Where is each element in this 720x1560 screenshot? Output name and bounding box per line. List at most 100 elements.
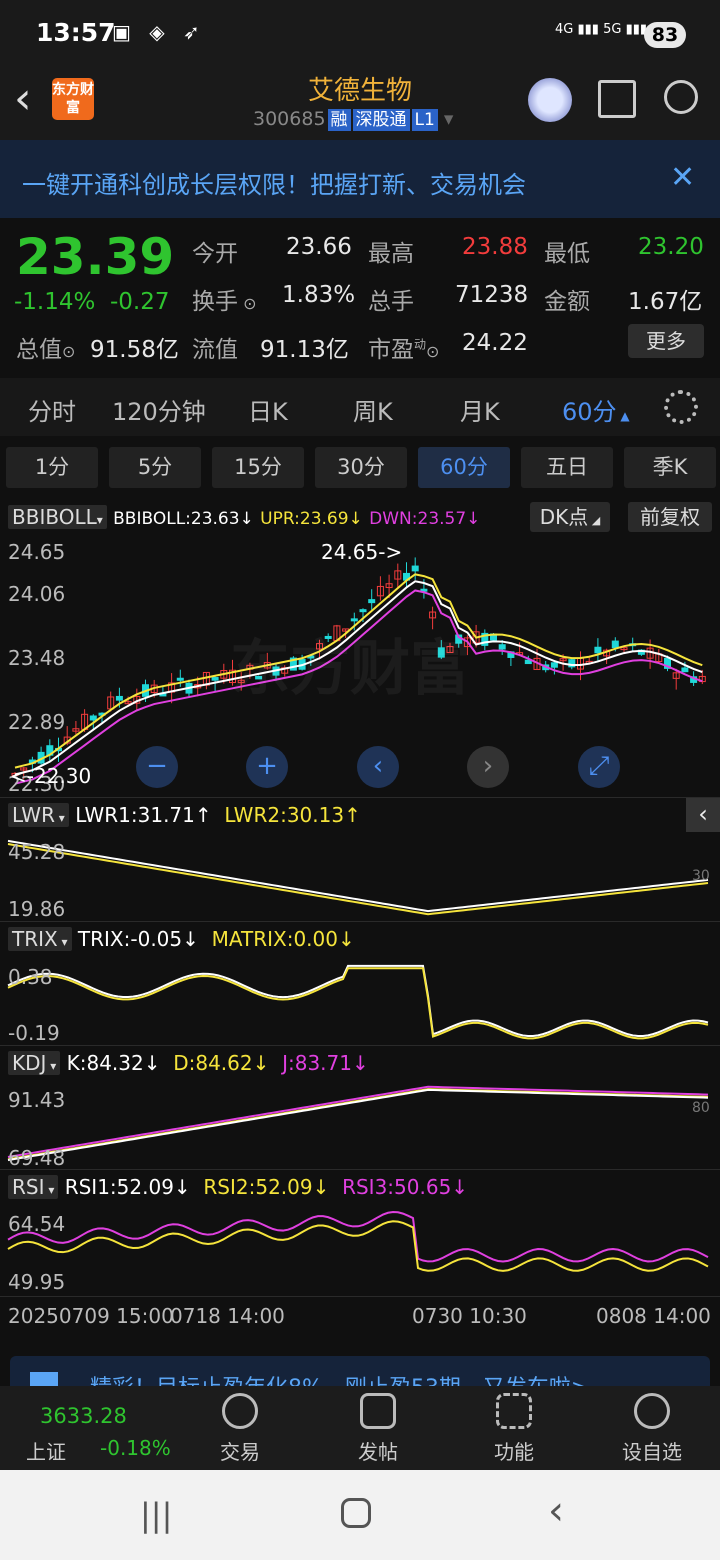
divider (0, 797, 720, 798)
date-label: 20250709 15:00 (8, 1304, 174, 1328)
trix-selector[interactable]: TRIX ▾ (8, 927, 72, 951)
level-tag: L1 (411, 109, 438, 131)
tab-60min[interactable]: 60分 ▲ (562, 392, 630, 427)
lwr-top: 45.28 (8, 840, 66, 864)
stock-code-row[interactable]: 300685 融深股通 L1 ▾ (253, 108, 453, 131)
divider (0, 1169, 720, 1170)
assistant-robot-icon[interactable] (528, 78, 572, 122)
adjust-button[interactable]: 前复权 (628, 502, 712, 532)
battery-indicator: 83 (644, 22, 686, 48)
rsi-selector[interactable]: RSI ▾ (8, 1175, 59, 1199)
share-icon[interactable] (598, 80, 636, 118)
low-marker: <-22.30 (10, 764, 92, 788)
trix-bottom: -0.19 (8, 1021, 60, 1045)
lwr2-line (7, 843, 709, 916)
pe-value: 24.22 (462, 330, 528, 356)
rsi3-line (7, 1210, 709, 1263)
tab-monthly[interactable]: 月K (460, 392, 500, 427)
open-value: 23.66 (286, 234, 352, 260)
high-value: 23.88 (462, 234, 528, 260)
post-icon[interactable] (360, 1393, 396, 1429)
lwr-right: 30 (692, 868, 710, 884)
notification-icons: ▣ ◈ ➶ (112, 20, 206, 44)
scroll-left-icon[interactable]: ‹ (357, 746, 399, 788)
amount-value: 1.67亿 (628, 289, 703, 315)
nav-function[interactable]: 功能 (474, 1436, 554, 1465)
mktcap-value: 91.58亿 (90, 337, 179, 363)
lwr-chart (7, 839, 709, 916)
index-value[interactable]: 3633.28 (40, 1404, 127, 1428)
date-label: 0808 14:00 (596, 1304, 711, 1328)
indicator-selector[interactable]: BBIBOLL▾ (8, 505, 107, 529)
nav-trade[interactable]: 交易 (200, 1436, 280, 1465)
system-back-icon[interactable]: ‹ (548, 1488, 564, 1534)
margin-tag: 融 (327, 109, 351, 131)
zoom-in-icon[interactable]: + (246, 746, 288, 788)
y-label-3: 23.48 (8, 646, 66, 670)
home-icon[interactable] (341, 1498, 371, 1528)
current-price: 23.39 (16, 228, 175, 286)
megaphone-icon (30, 1372, 58, 1386)
close-icon[interactable]: ✕ (670, 160, 695, 195)
more-button[interactable]: 更多 (628, 324, 704, 358)
btn-5day[interactable]: 五日 (521, 447, 613, 488)
date-label: 0730 10:30 (412, 1304, 527, 1328)
nav-watchlist[interactable]: 设自选 (612, 1436, 692, 1465)
lwr-legend: LWR ▾ LWR1:31.71↑ LWR2:30.13↑ (8, 803, 361, 827)
price-change: -1.14% -0.27 (14, 289, 170, 315)
index-name[interactable]: 上证 (26, 1436, 66, 1465)
turnover-value: 1.83% (282, 282, 356, 308)
main-indicator-legend: BBIBOLL▾ BBIBOLL:23.63↓ UPR:23.69↓ DWN:2… (8, 505, 480, 529)
dropdown-icon: ▾ (443, 108, 454, 130)
btn-1min[interactable]: 1分 (6, 447, 98, 488)
btn-quarter[interactable]: 季K (624, 447, 716, 488)
btn-60min[interactable]: 60分 (418, 447, 510, 488)
function-icon[interactable] (496, 1393, 532, 1429)
tab-daily[interactable]: 日K (248, 392, 288, 427)
btn-5min[interactable]: 5分 (109, 447, 201, 488)
j-line (7, 1085, 709, 1158)
tab-intraday[interactable]: 分时 (28, 392, 76, 427)
watchlist-icon[interactable] (634, 1393, 670, 1429)
open-label: 今开 (192, 241, 238, 267)
nav-post[interactable]: 发帖 (338, 1436, 418, 1465)
index-change[interactable]: -0.18% (100, 1436, 171, 1460)
rsi-chart (7, 1210, 709, 1272)
kdj-top: 91.43 (8, 1088, 66, 1112)
kdj-chart (7, 1085, 709, 1162)
candle (115, 695, 123, 701)
candle (359, 609, 367, 613)
trade-icon[interactable] (222, 1393, 258, 1429)
trix-top: 0.38 (8, 965, 53, 989)
scroll-right-icon[interactable]: › (467, 746, 509, 788)
rsi-legend: RSI ▾ RSI1:52.09↓ RSI2:52.09↓ RSI3:50.65… (8, 1175, 468, 1199)
search-icon[interactable] (664, 80, 698, 114)
tab-weekly[interactable]: 周K (353, 392, 393, 427)
float-value: 91.13亿 (260, 337, 349, 363)
zoom-out-icon[interactable]: − (136, 746, 178, 788)
btn-30min[interactable]: 30分 (315, 447, 407, 488)
candle (611, 640, 619, 649)
low-label: 最低 (544, 241, 590, 267)
stock-code: 300685 (253, 108, 326, 130)
kdj-selector[interactable]: KDJ ▾ (8, 1051, 61, 1075)
network-indicator: 4G ▮▮▮ 5G ▮▮▮ (555, 22, 648, 37)
high-label: 最高 (368, 241, 414, 267)
recent-apps-icon[interactable]: ||| (140, 1496, 172, 1534)
y-label-4: 22.89 (8, 710, 66, 734)
divider (0, 921, 720, 922)
banner-text[interactable]: 一键开通科创成长层权限！把握打新、交易机会 (22, 165, 526, 200)
matrix-line (7, 967, 709, 1040)
gear-icon[interactable] (664, 390, 698, 424)
fullscreen-icon[interactable]: ⤢ (578, 746, 620, 788)
tab-120min[interactable]: 120分钟 (112, 392, 206, 427)
turnover-label: 换手 ⊙ (192, 289, 257, 315)
collapse-panel-icon[interactable]: ‹ (686, 798, 720, 832)
kdj-bottom: 69.48 (8, 1146, 66, 1170)
dk-point-button[interactable]: DK点 ◢ (530, 502, 610, 532)
btn-15min[interactable]: 15分 (212, 447, 304, 488)
candle (368, 599, 376, 604)
lwr-selector[interactable]: LWR ▾ (8, 803, 69, 827)
high-marker: 24.65-> (321, 540, 403, 564)
candle (176, 677, 184, 681)
